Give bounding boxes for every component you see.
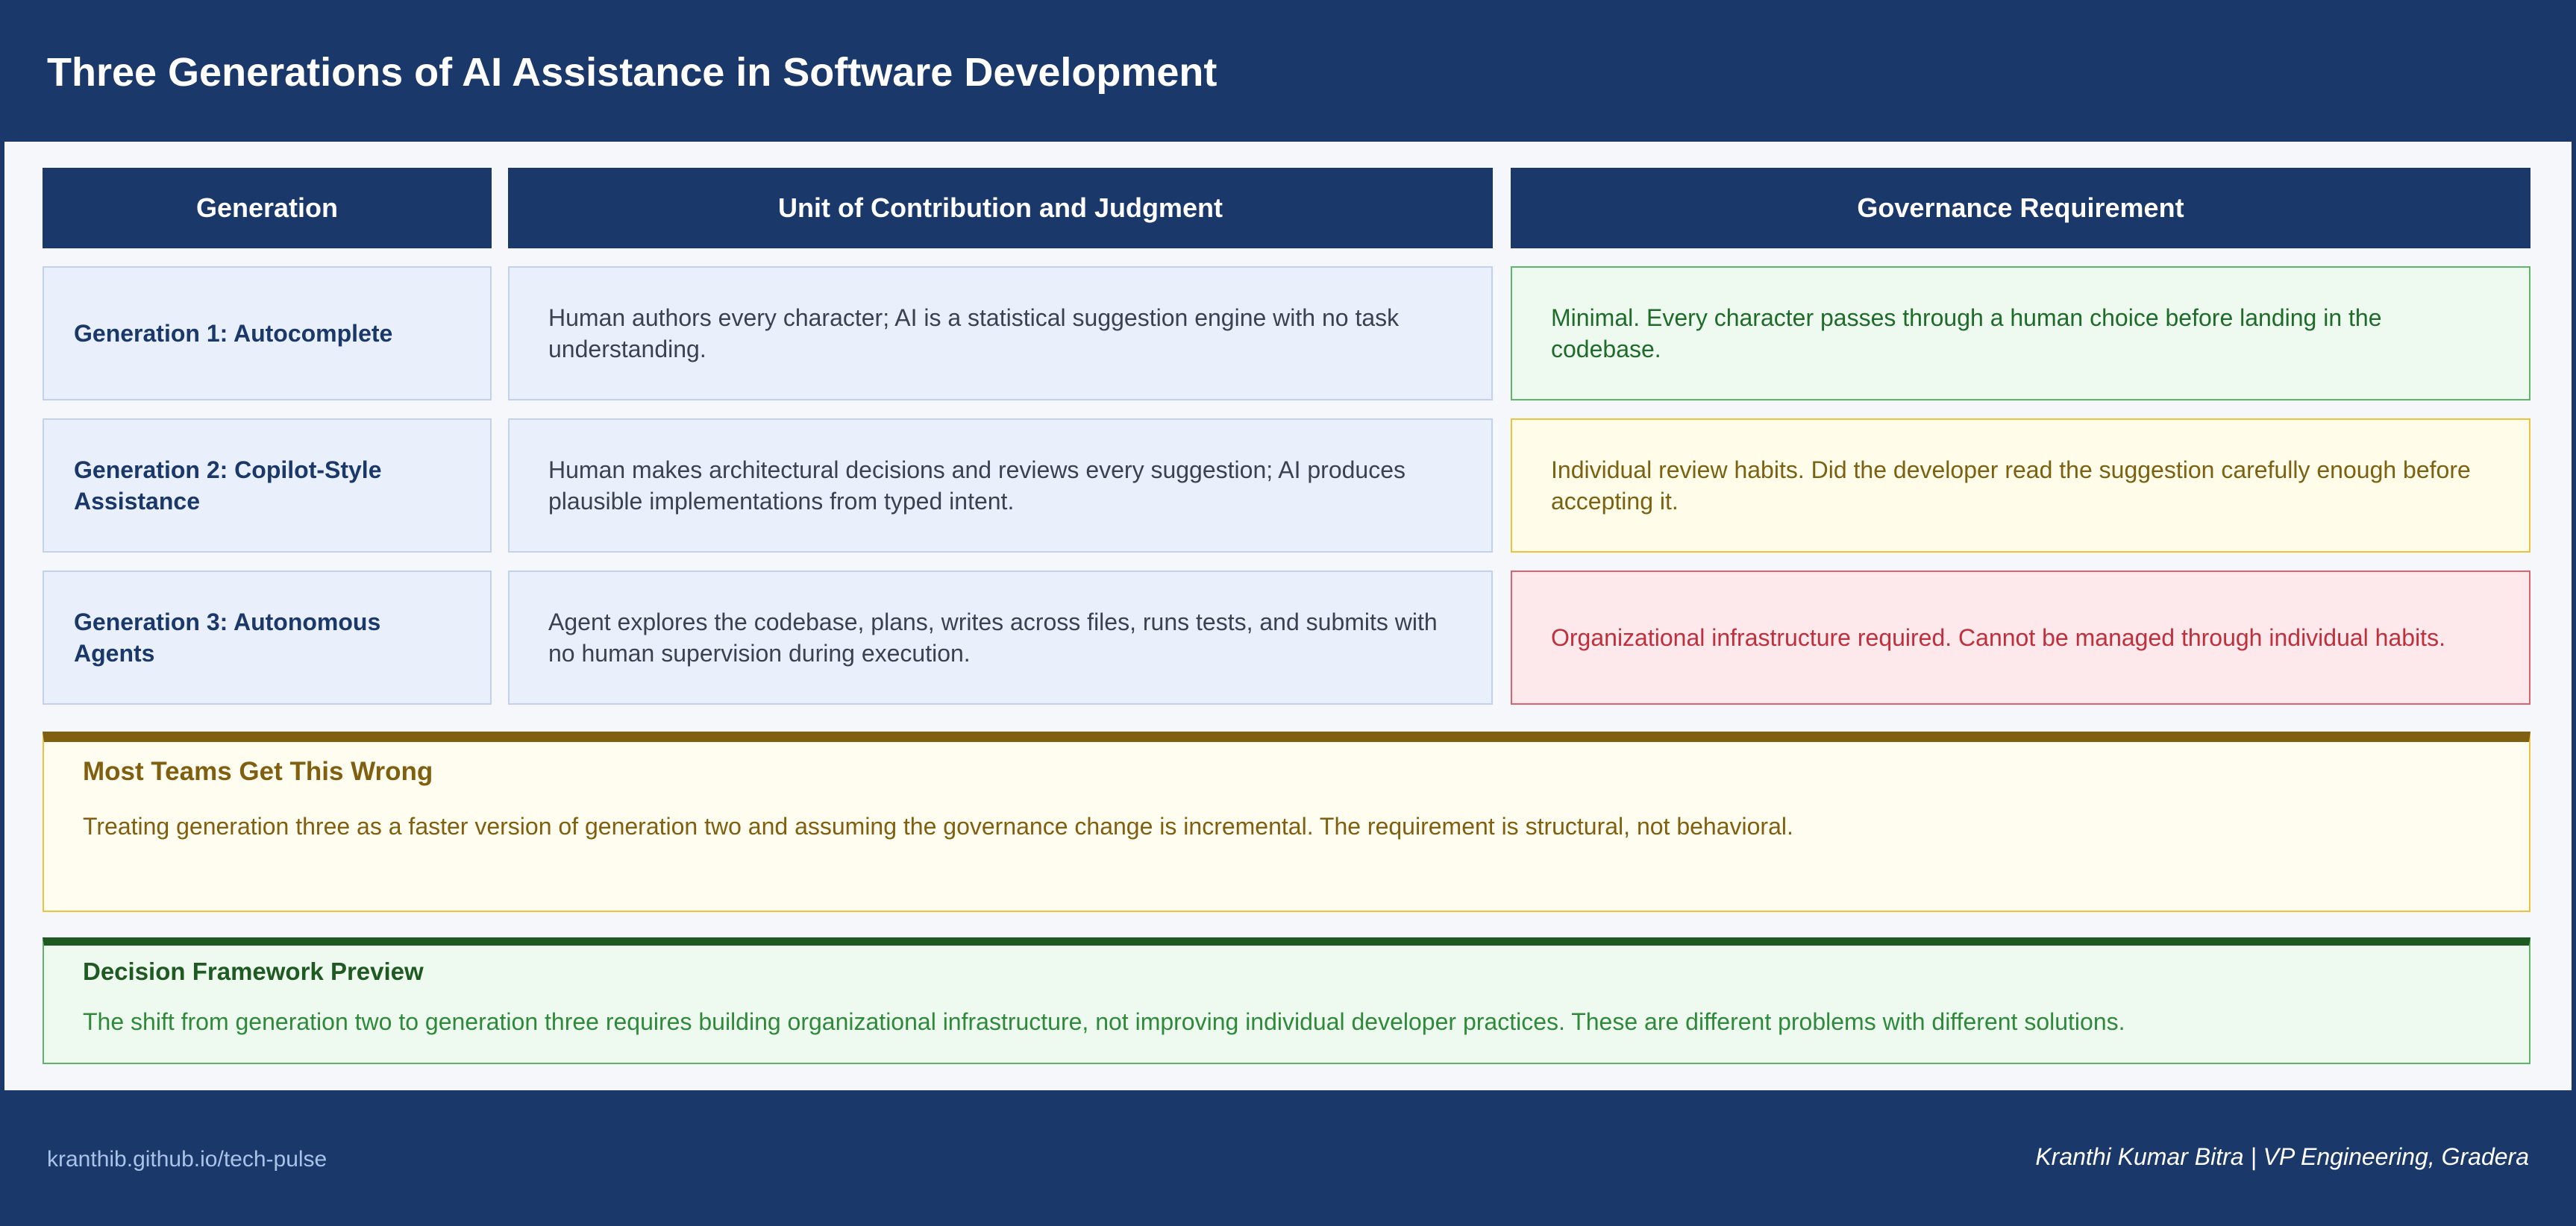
- generation-label: Generation 1: Autocomplete: [74, 320, 393, 347]
- warning-text: Treating generation three as a faster ve…: [83, 813, 1793, 840]
- footer-author: Kranthi Kumar Bitra | VP Engineering, Gr…: [2035, 1143, 2529, 1170]
- column-header-unit: Unit of Contribution and Judgment: [508, 168, 1493, 248]
- warning-callout: Most Teams Get This Wrong Treating gener…: [43, 732, 2530, 912]
- warning-title: Most Teams Get This Wrong: [83, 757, 433, 786]
- governance-cell-3: Organizational infrastructure required. …: [1511, 570, 2530, 705]
- footer-url[interactable]: kranthib.github.io/tech-pulse: [47, 1147, 327, 1172]
- generation-label: Generation 3: Autonomous Agents: [74, 609, 381, 667]
- unit-cell-1: Human authors every character; AI is a s…: [508, 266, 1493, 400]
- unit-text: Agent explores the codebase, plans, writ…: [548, 609, 1438, 667]
- generation-cell-3: Generation 3: Autonomous Agents: [43, 570, 492, 705]
- page-title: Three Generations of AI Assistance in So…: [47, 50, 1218, 95]
- governance-cell-2: Individual review habits. Did the develo…: [1511, 418, 2530, 553]
- generation-label: Generation 2: Copilot-Style Assistance: [74, 456, 382, 515]
- generation-cell-1: Generation 1: Autocomplete: [43, 266, 492, 400]
- unit-cell-3: Agent explores the codebase, plans, writ…: [508, 570, 1493, 705]
- unit-cell-2: Human makes architectural decisions and …: [508, 418, 1493, 553]
- column-header-generation: Generation: [43, 168, 492, 248]
- governance-text: Organizational infrastructure required. …: [1551, 624, 2445, 651]
- unit-text: Human makes architectural decisions and …: [548, 456, 1406, 515]
- preview-text: The shift from generation two to generat…: [83, 1008, 2125, 1035]
- governance-text: Minimal. Every character passes through …: [1551, 304, 2382, 362]
- header-bar: Three Generations of AI Assistance in So…: [0, 0, 2576, 142]
- preview-callout: Decision Framework Preview The shift fro…: [43, 937, 2530, 1064]
- generation-cell-2: Generation 2: Copilot-Style Assistance: [43, 418, 492, 553]
- column-header-governance: Governance Requirement: [1511, 168, 2530, 248]
- unit-text: Human authors every character; AI is a s…: [548, 304, 1400, 362]
- governance-cell-1: Minimal. Every character passes through …: [1511, 266, 2530, 400]
- preview-title: Decision Framework Preview: [83, 958, 424, 985]
- governance-text: Individual review habits. Did the develo…: [1551, 456, 2471, 515]
